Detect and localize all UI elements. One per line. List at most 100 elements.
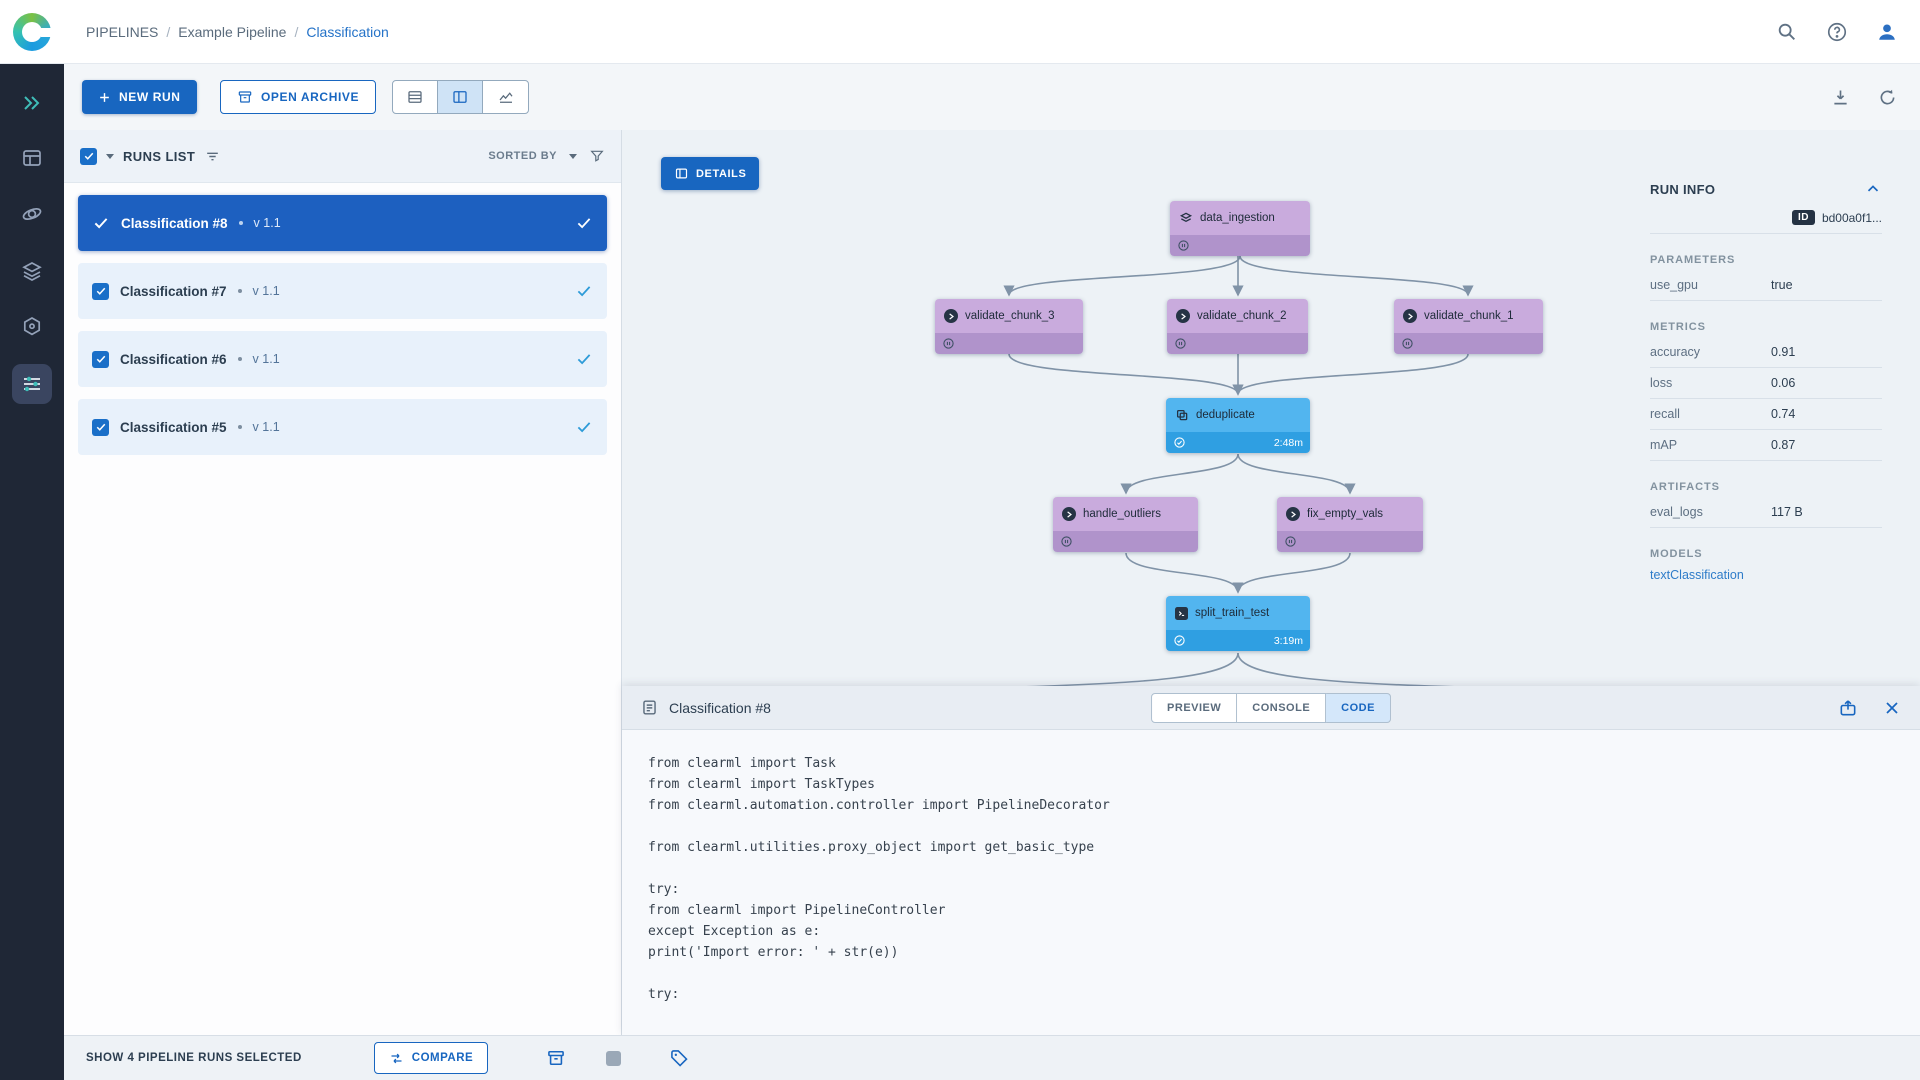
tab-console[interactable]: CONSOLE — [1237, 693, 1326, 723]
node-label: data_ingestion — [1200, 212, 1275, 224]
split-view-button[interactable] — [438, 81, 483, 113]
tab-preview[interactable]: PREVIEW — [1151, 693, 1237, 723]
compare-button[interactable]: COMPARE — [374, 1042, 488, 1074]
metric-value: 0.06 — [1771, 376, 1795, 390]
code-line — [648, 861, 1920, 882]
new-run-label: NEW RUN — [119, 90, 181, 104]
run-checkbox[interactable] — [92, 351, 109, 368]
pause-circle-icon — [1401, 337, 1414, 350]
dag-node[interactable]: split_train_test 3:19m — [1166, 596, 1310, 651]
pause-circle-icon — [1177, 239, 1190, 252]
run-checkbox[interactable] — [92, 419, 109, 436]
run-row[interactable]: Classification #5 v 1.1 — [78, 399, 607, 455]
compare-label: COMPARE — [412, 1052, 473, 1064]
tag-icon[interactable] — [669, 1048, 689, 1068]
clearml-logo[interactable] — [13, 13, 51, 51]
run-version: v 1.1 — [253, 420, 280, 434]
metric-row: recall 0.74 — [1650, 399, 1882, 430]
metric-key: mAP — [1650, 438, 1771, 452]
dag-node[interactable]: validate_chunk_1 — [1394, 299, 1543, 354]
filter-icon[interactable] — [589, 148, 605, 164]
selection-count-label: SHOW 4 PIPELINE RUNS SELECTED — [86, 1052, 302, 1064]
chart-view-icon — [497, 88, 515, 106]
download-icon[interactable] — [1830, 87, 1851, 108]
sorted-by-caret-icon[interactable] — [569, 154, 577, 159]
tab-code[interactable]: CODE — [1326, 693, 1391, 723]
metric-row: loss 0.06 — [1650, 368, 1882, 399]
dag-node[interactable]: deduplicate 2:48m — [1166, 398, 1310, 453]
run-row[interactable]: Classification #7 v 1.1 — [78, 263, 607, 319]
runs-list-panel: RUNS LIST SORTED BY Classification #8 v … — [64, 130, 622, 1035]
select-menu-caret-icon[interactable] — [106, 154, 114, 159]
circle-arrow-icon — [1062, 507, 1076, 521]
archive-icon[interactable] — [546, 1048, 566, 1068]
nav-queues-icon[interactable] — [20, 91, 44, 115]
check-circle-icon — [1173, 634, 1186, 647]
run-row[interactable]: Classification #8 v 1.1 — [78, 195, 607, 251]
pause-circle-icon — [1174, 337, 1187, 350]
dag-node[interactable]: validate_chunk_2 — [1167, 299, 1308, 354]
node-runtime: 2:48m — [1274, 437, 1303, 449]
sort-icon[interactable] — [204, 148, 221, 165]
sorted-by-label[interactable]: SORTED BY — [488, 150, 557, 162]
code-viewer[interactable]: from clearml import Task from clearml im… — [622, 730, 1920, 1008]
select-all-checkbox[interactable] — [80, 148, 97, 165]
dag-node[interactable]: handle_outliers — [1053, 497, 1198, 552]
new-run-button[interactable]: NEW RUN — [82, 80, 197, 114]
dot-separator — [238, 425, 242, 429]
run-row[interactable]: Classification #6 v 1.1 — [78, 331, 607, 387]
copy-icon — [1175, 408, 1189, 422]
details-panel-icon — [674, 166, 689, 181]
dag-node[interactable]: fix_empty_vals — [1277, 497, 1423, 552]
open-archive-button[interactable]: OPEN ARCHIVE — [220, 80, 376, 114]
pause-circle-icon — [1284, 535, 1297, 548]
code-line: try: — [648, 987, 1920, 1008]
details-button[interactable]: DETAILS — [661, 157, 759, 190]
archive-icon — [237, 89, 253, 105]
nav-experiments-icon[interactable] — [20, 202, 44, 226]
abort-icon[interactable] — [606, 1051, 621, 1066]
models-section-title: MODELS — [1650, 548, 1882, 560]
chart-view-button[interactable] — [483, 81, 528, 113]
search-icon[interactable] — [1776, 21, 1798, 43]
details-label: DETAILS — [696, 168, 746, 180]
dag-node[interactable]: data_ingestion — [1170, 201, 1310, 256]
table-view-button[interactable] — [393, 81, 438, 113]
code-line: from clearml.automation.controller impor… — [648, 798, 1920, 819]
top-bar: PIPELINES / Example Pipeline / Classific… — [0, 0, 1920, 64]
metric-row: mAP 0.87 — [1650, 430, 1882, 461]
model-link[interactable]: textClassification — [1650, 568, 1882, 582]
nav-datasets-icon[interactable] — [20, 259, 44, 283]
circle-arrow-icon — [944, 309, 958, 323]
nav-pipelines-item[interactable] — [12, 364, 52, 404]
help-icon[interactable] — [1826, 21, 1848, 43]
metric-key: recall — [1650, 407, 1771, 421]
nav-dashboard-icon[interactable] — [20, 146, 44, 170]
selected-check-icon[interactable] — [92, 214, 110, 232]
run-version: v 1.1 — [253, 284, 280, 298]
compare-icon — [389, 1051, 404, 1066]
open-in-window-icon[interactable] — [1838, 698, 1858, 718]
left-nav — [0, 64, 64, 1080]
table-view-icon — [406, 88, 424, 106]
view-toggle-group — [392, 80, 529, 114]
artifact-key[interactable]: eval_logs — [1650, 505, 1771, 519]
status-check-icon — [575, 282, 593, 300]
run-checkbox[interactable] — [92, 283, 109, 300]
breadcrumb-project[interactable]: Example Pipeline — [178, 24, 286, 40]
artifact-value: 117 B — [1771, 505, 1803, 519]
chevron-up-icon[interactable] — [1864, 180, 1882, 198]
close-icon[interactable] — [1882, 698, 1902, 718]
run-version: v 1.1 — [253, 352, 280, 366]
autorefresh-icon[interactable] — [1877, 87, 1898, 108]
user-avatar-icon[interactable] — [1876, 21, 1898, 43]
code-line: from clearml import Task — [648, 756, 1920, 777]
circle-arrow-icon — [1286, 507, 1300, 521]
id-value[interactable]: bd00a0f1... — [1822, 211, 1882, 225]
status-check-icon — [575, 214, 593, 232]
dag-node[interactable]: validate_chunk_3 — [935, 299, 1083, 354]
nav-models-icon[interactable] — [20, 315, 44, 339]
script-icon — [1175, 607, 1188, 620]
run-version: v 1.1 — [254, 216, 281, 230]
breadcrumb-pipelines[interactable]: PIPELINES — [86, 24, 158, 40]
